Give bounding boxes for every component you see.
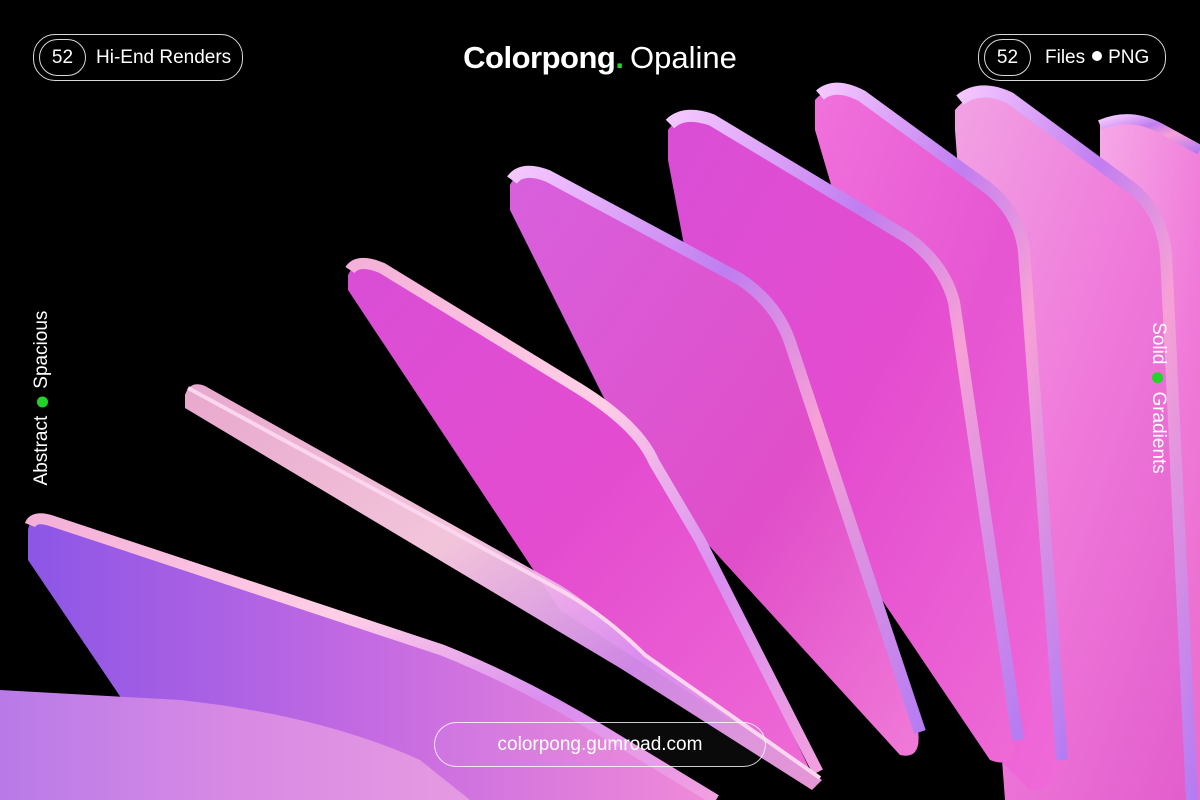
files-count-badge: 52 [984,39,1031,76]
green-dot-icon [36,396,48,408]
tagline-gradients: Gradients [1148,391,1169,474]
green-dot-icon [1152,372,1164,384]
tagline-spacious: Spacious [31,310,52,389]
brand-dot: . [615,40,624,75]
glass-panel-fan-artwork [0,82,1200,800]
side-tagline-left: Abstract Spacious [31,311,53,486]
files-format: PNG [1108,46,1150,68]
bullet-dot-icon [1092,51,1103,62]
store-url-link[interactable]: colorpong.gumroad.com [434,722,766,767]
files-info: Files PNG [1045,47,1149,69]
tagline-solid: Solid [1148,322,1169,365]
product-name: Opaline [629,40,737,75]
files-label: Files [1045,46,1086,68]
tagline-abstract: Abstract [31,415,52,486]
side-tagline-right: Solid Gradients [1147,322,1169,474]
brand-name: Colorpong [463,40,616,75]
files-count-pill: 52 Files PNG [978,34,1166,81]
